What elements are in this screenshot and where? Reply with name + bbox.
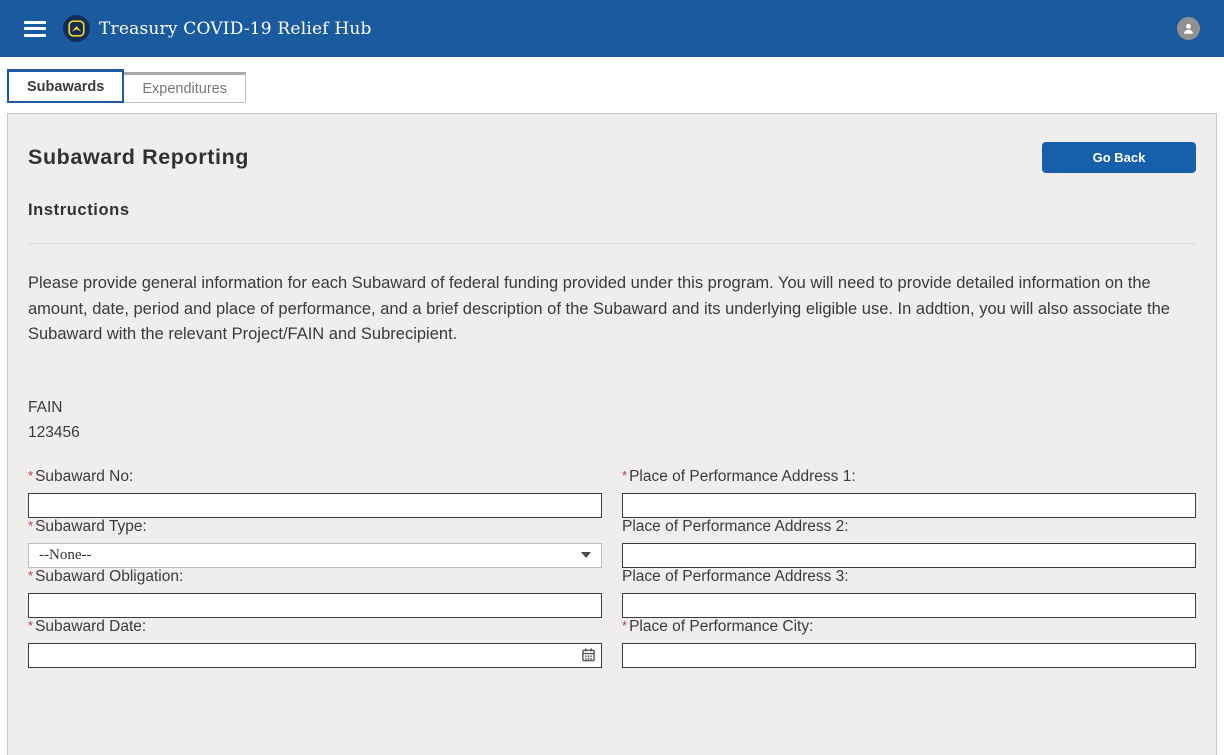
required-asterisk: * <box>28 518 33 533</box>
divider <box>28 243 1196 244</box>
field-subaward-date-wrapper <box>28 643 602 668</box>
tab-expenditures[interactable]: Expenditures <box>124 72 246 103</box>
hamburger-menu-icon[interactable] <box>24 21 46 37</box>
field-subaward-date: *Subaward Date: <box>28 618 602 668</box>
instructions-heading: Instructions <box>28 201 1196 220</box>
subaward-form: *Subaward No:*Subaward Type:--None--*Sub… <box>28 468 1196 668</box>
tab-expenditures-label: Expenditures <box>142 81 227 97</box>
required-asterisk: * <box>28 568 33 583</box>
fain-block: FAIN 123456 <box>28 395 1196 445</box>
required-asterisk: * <box>28 468 33 483</box>
field-subaward-type: *Subaward Type: --None-- <box>28 518 602 568</box>
field-subaward-date-label: *Subaward Date: <box>28 618 602 636</box>
field-pop-address-2: Place of Performance Address 2: <box>622 518 1196 568</box>
select-value: --None-- <box>39 547 91 564</box>
instructions-text: Please provide general information for e… <box>28 271 1196 348</box>
field-subaward-obligation: *Subaward Obligation: <box>28 568 602 618</box>
required-asterisk: * <box>28 618 33 633</box>
required-asterisk: * <box>622 618 627 633</box>
field-subaward-no-input[interactable] <box>28 493 602 518</box>
tab-subawards-label: Subawards <box>27 79 104 95</box>
required-asterisk: * <box>622 468 627 483</box>
form-col-right: *Place of Performance Address 1: Place of… <box>622 468 1196 668</box>
field-pop-address-2-label: Place of Performance Address 2: <box>622 518 1196 536</box>
field-pop-address-3-input[interactable] <box>622 593 1196 618</box>
field-subaward-date-input[interactable] <box>28 643 602 668</box>
field-subaward-type-label: *Subaward Type: <box>28 518 602 536</box>
field-subaward-obligation-label: *Subaward Obligation: <box>28 568 602 586</box>
page-title: Subaward Reporting <box>28 145 249 170</box>
go-back-button[interactable]: Go Back <box>1042 142 1196 173</box>
field-pop-address-1: *Place of Performance Address 1: <box>622 468 1196 518</box>
field-subaward-no: *Subaward No: <box>28 468 602 518</box>
field-pop-address-3-label: Place of Performance Address 3: <box>622 568 1196 586</box>
form-col-left: *Subaward No:*Subaward Type:--None--*Sub… <box>28 468 602 668</box>
calendar-icon[interactable] <box>582 648 595 662</box>
dropdown-caret-icon <box>581 552 591 558</box>
field-pop-address-2-input[interactable] <box>622 543 1196 568</box>
field-pop-city-label: *Place of Performance City: <box>622 618 1196 636</box>
field-pop-address-3: Place of Performance Address 3: <box>622 568 1196 618</box>
treasury-shield-icon <box>63 15 90 42</box>
field-subaward-type-select[interactable]: --None-- <box>28 543 602 568</box>
tab-subawards[interactable]: Subawards <box>7 69 124 103</box>
fain-label: FAIN <box>28 395 1196 420</box>
field-subaward-obligation-input[interactable] <box>28 593 602 618</box>
fain-value: 123456 <box>28 420 1196 445</box>
user-avatar-icon[interactable] <box>1177 17 1200 40</box>
field-pop-city-input[interactable] <box>622 643 1196 668</box>
app-header: Treasury COVID-19 Relief Hub <box>0 0 1224 57</box>
field-pop-address-1-input[interactable] <box>622 493 1196 518</box>
field-pop-city: *Place of Performance City: <box>622 618 1196 668</box>
field-subaward-no-label: *Subaward No: <box>28 468 602 486</box>
app-title: Treasury COVID-19 Relief Hub <box>99 19 372 39</box>
tab-bar: Subawards Expenditures <box>0 69 1224 103</box>
subaward-reporting-panel: Subaward Reporting Go Back Instructions … <box>7 113 1217 755</box>
field-pop-address-1-label: *Place of Performance Address 1: <box>622 468 1196 486</box>
